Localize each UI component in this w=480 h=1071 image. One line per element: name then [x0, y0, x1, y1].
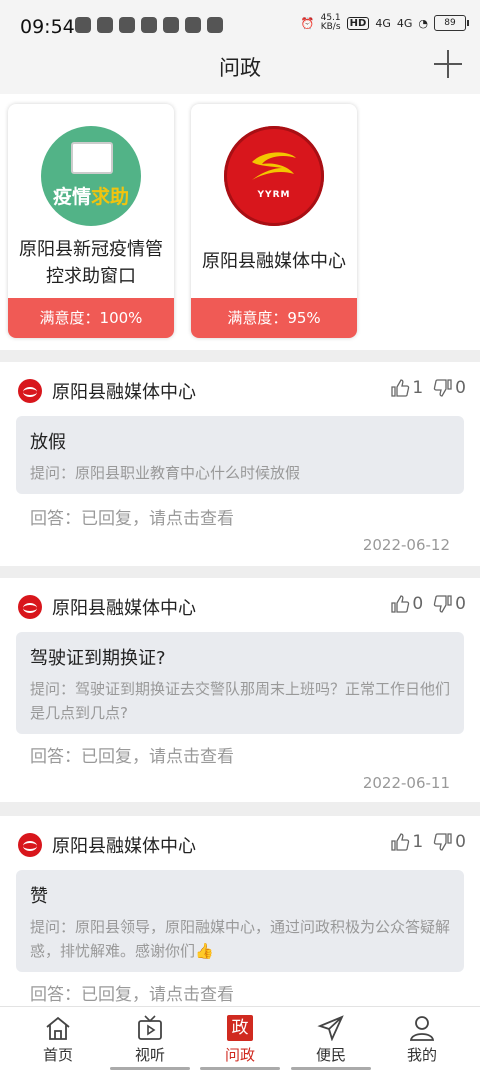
tv-icon — [138, 1015, 162, 1040]
question-post[interactable]: 原阳县融媒体中心 0 0 驾驶证到期换证? 提问：驾驶证到期换证去交警队那周末上… — [0, 578, 480, 802]
answer-link[interactable]: 回答：已回复，请点击查看 — [30, 742, 234, 767]
card-title: 原阳县新冠疫情管控求助窗口 — [19, 239, 163, 287]
app-icon — [185, 17, 201, 33]
question-text: 提问：原阳县领导，原阳融媒中心，通过问政积极为公众答疑解惑，排忧解难。感谢你们👍 — [30, 918, 451, 960]
post-source: 原阳县融媒体中心 — [52, 382, 196, 403]
bottom-tab-bar: 首页 视听 政 问政 便民 我的 — [0, 1006, 480, 1071]
hd-badge: HD — [346, 16, 370, 30]
app-icon — [119, 17, 135, 33]
thumbs-down-icon — [433, 595, 452, 613]
net-speed: 45.1 KB/s — [320, 13, 341, 32]
battery-icon: 89 — [434, 15, 469, 31]
question-post[interactable]: 原阳县融媒体中心 1 0 放假 提问：原阳县职业教育中心什么时候放假 回答：已回… — [0, 362, 480, 566]
logo-text-b: 求助 — [91, 186, 130, 208]
dislike-button[interactable]: 0 — [433, 378, 466, 398]
question-box[interactable]: 驾驶证到期换证? 提问：驾驶证到期换证去交警队那周末上班吗？正常工作日他们是几点… — [16, 632, 464, 734]
agency-card-media[interactable]: YYRM 原阳县融媒体中心 满意度：95% — [191, 104, 357, 338]
first-aid-kit-icon: 疫情求助 — [41, 126, 141, 226]
thumbs-up-icon — [391, 595, 410, 613]
source-logo-icon — [18, 379, 42, 403]
tab-label: 我的 — [406, 1046, 437, 1064]
system-indicators: ⏰ 45.1 KB/s HD 4G 4G ◔ 89 — [300, 13, 469, 32]
dislike-button[interactable]: 0 — [433, 832, 466, 852]
question-title: 驾驶证到期换证? — [30, 648, 166, 669]
signal-1: 4G — [375, 16, 391, 30]
user-icon — [409, 1016, 435, 1041]
question-title: 赞 — [30, 886, 48, 907]
page-title: 问政 — [219, 56, 261, 80]
app-icon — [207, 17, 223, 33]
question-box[interactable]: 赞 提问：原阳县领导，原阳融媒中心，通过问政积极为公众答疑解惑，排忧解难。感谢你… — [16, 870, 464, 972]
tab-media[interactable]: 视听 — [102, 1007, 198, 1071]
app-icon — [141, 17, 157, 33]
tab-profile[interactable]: 我的 — [374, 1007, 470, 1071]
answer-link[interactable]: 回答：已回复，请点击查看 — [30, 980, 234, 1005]
dislike-button[interactable]: 0 — [433, 594, 466, 614]
satisfaction-bar: 满意度：100% — [8, 298, 174, 338]
like-button[interactable]: 1 — [390, 378, 423, 398]
dislike-count: 0 — [455, 594, 466, 614]
like-count: 0 — [412, 594, 424, 614]
add-icon[interactable] — [434, 50, 462, 78]
post-date: 2022-06-11 — [362, 774, 450, 792]
tab-wenzheng[interactable]: 政 问政 — [192, 1007, 288, 1071]
question-text: 提问：原阳县职业教育中心什么时候放假 — [30, 464, 301, 482]
question-box[interactable]: 放假 提问：原阳县职业教育中心什么时候放假 — [16, 416, 464, 494]
logo-text-a: 疫情 — [52, 186, 91, 208]
status-time: 09:54 — [20, 16, 75, 38]
source-logo-icon — [18, 595, 42, 619]
signal-2: 4G — [396, 16, 413, 30]
tab-home[interactable]: 首页 — [10, 1007, 106, 1071]
thumbs-down-icon — [433, 379, 452, 397]
alarm-icon: ⏰ — [300, 16, 315, 30]
dislike-count: 0 — [455, 832, 466, 852]
wenzheng-icon: 政 — [227, 1015, 253, 1041]
question-title: 放假 — [30, 432, 66, 453]
satisfaction-bar: 满意度：95% — [191, 298, 357, 338]
tab-label: 首页 — [42, 1046, 73, 1064]
notification-icons — [75, 17, 223, 33]
tab-services[interactable]: 便民 — [283, 1007, 379, 1071]
tab-label: 便民 — [315, 1046, 346, 1064]
agency-card-covid[interactable]: 疫情求助 原阳县新冠疫情管控求助窗口 满意度：100% — [8, 104, 174, 338]
like-count: 1 — [412, 378, 424, 398]
dislike-count: 0 — [455, 378, 466, 398]
post-source: 原阳县融媒体中心 — [52, 598, 196, 619]
answer-link[interactable]: 回答：已回复，请点击查看 — [30, 504, 234, 529]
card-title: 原阳县融媒体中心 — [202, 251, 346, 272]
app-icon — [163, 17, 179, 33]
wifi-icon: ◔ — [418, 16, 428, 30]
tab-label: 问政 — [224, 1046, 255, 1064]
thumbs-down-icon — [433, 833, 452, 851]
app-icon — [97, 17, 113, 33]
tab-label: 视听 — [134, 1046, 165, 1064]
like-count: 1 — [412, 832, 424, 852]
post-date: 2022-06-12 — [362, 536, 450, 554]
agency-cards: 疫情求助 原阳县新冠疫情管控求助窗口 满意度：100% YYRM 原阳县融媒体中… — [0, 94, 480, 350]
like-button[interactable]: 0 — [390, 594, 423, 614]
tiktok-icon — [75, 17, 91, 33]
question-post[interactable]: 原阳县融媒体中心 1 0 赞 提问：原阳县领导，原阳融媒中心，通过问政积极为公众… — [0, 816, 480, 1006]
home-icon — [46, 1016, 70, 1040]
yyrm-logo-icon: YYRM — [224, 126, 324, 226]
send-icon — [317, 1015, 344, 1041]
thumbs-up-icon — [391, 833, 410, 851]
post-source: 原阳县融媒体中心 — [52, 836, 196, 857]
logo-text: YYRM — [257, 190, 291, 200]
header: 问政 — [0, 40, 480, 94]
like-button[interactable]: 1 — [390, 832, 423, 852]
thumbs-up-icon — [391, 379, 410, 397]
question-text: 提问：驾驶证到期换证去交警队那周末上班吗？正常工作日他们是几点到几点? — [30, 680, 451, 722]
source-logo-icon — [18, 833, 42, 857]
